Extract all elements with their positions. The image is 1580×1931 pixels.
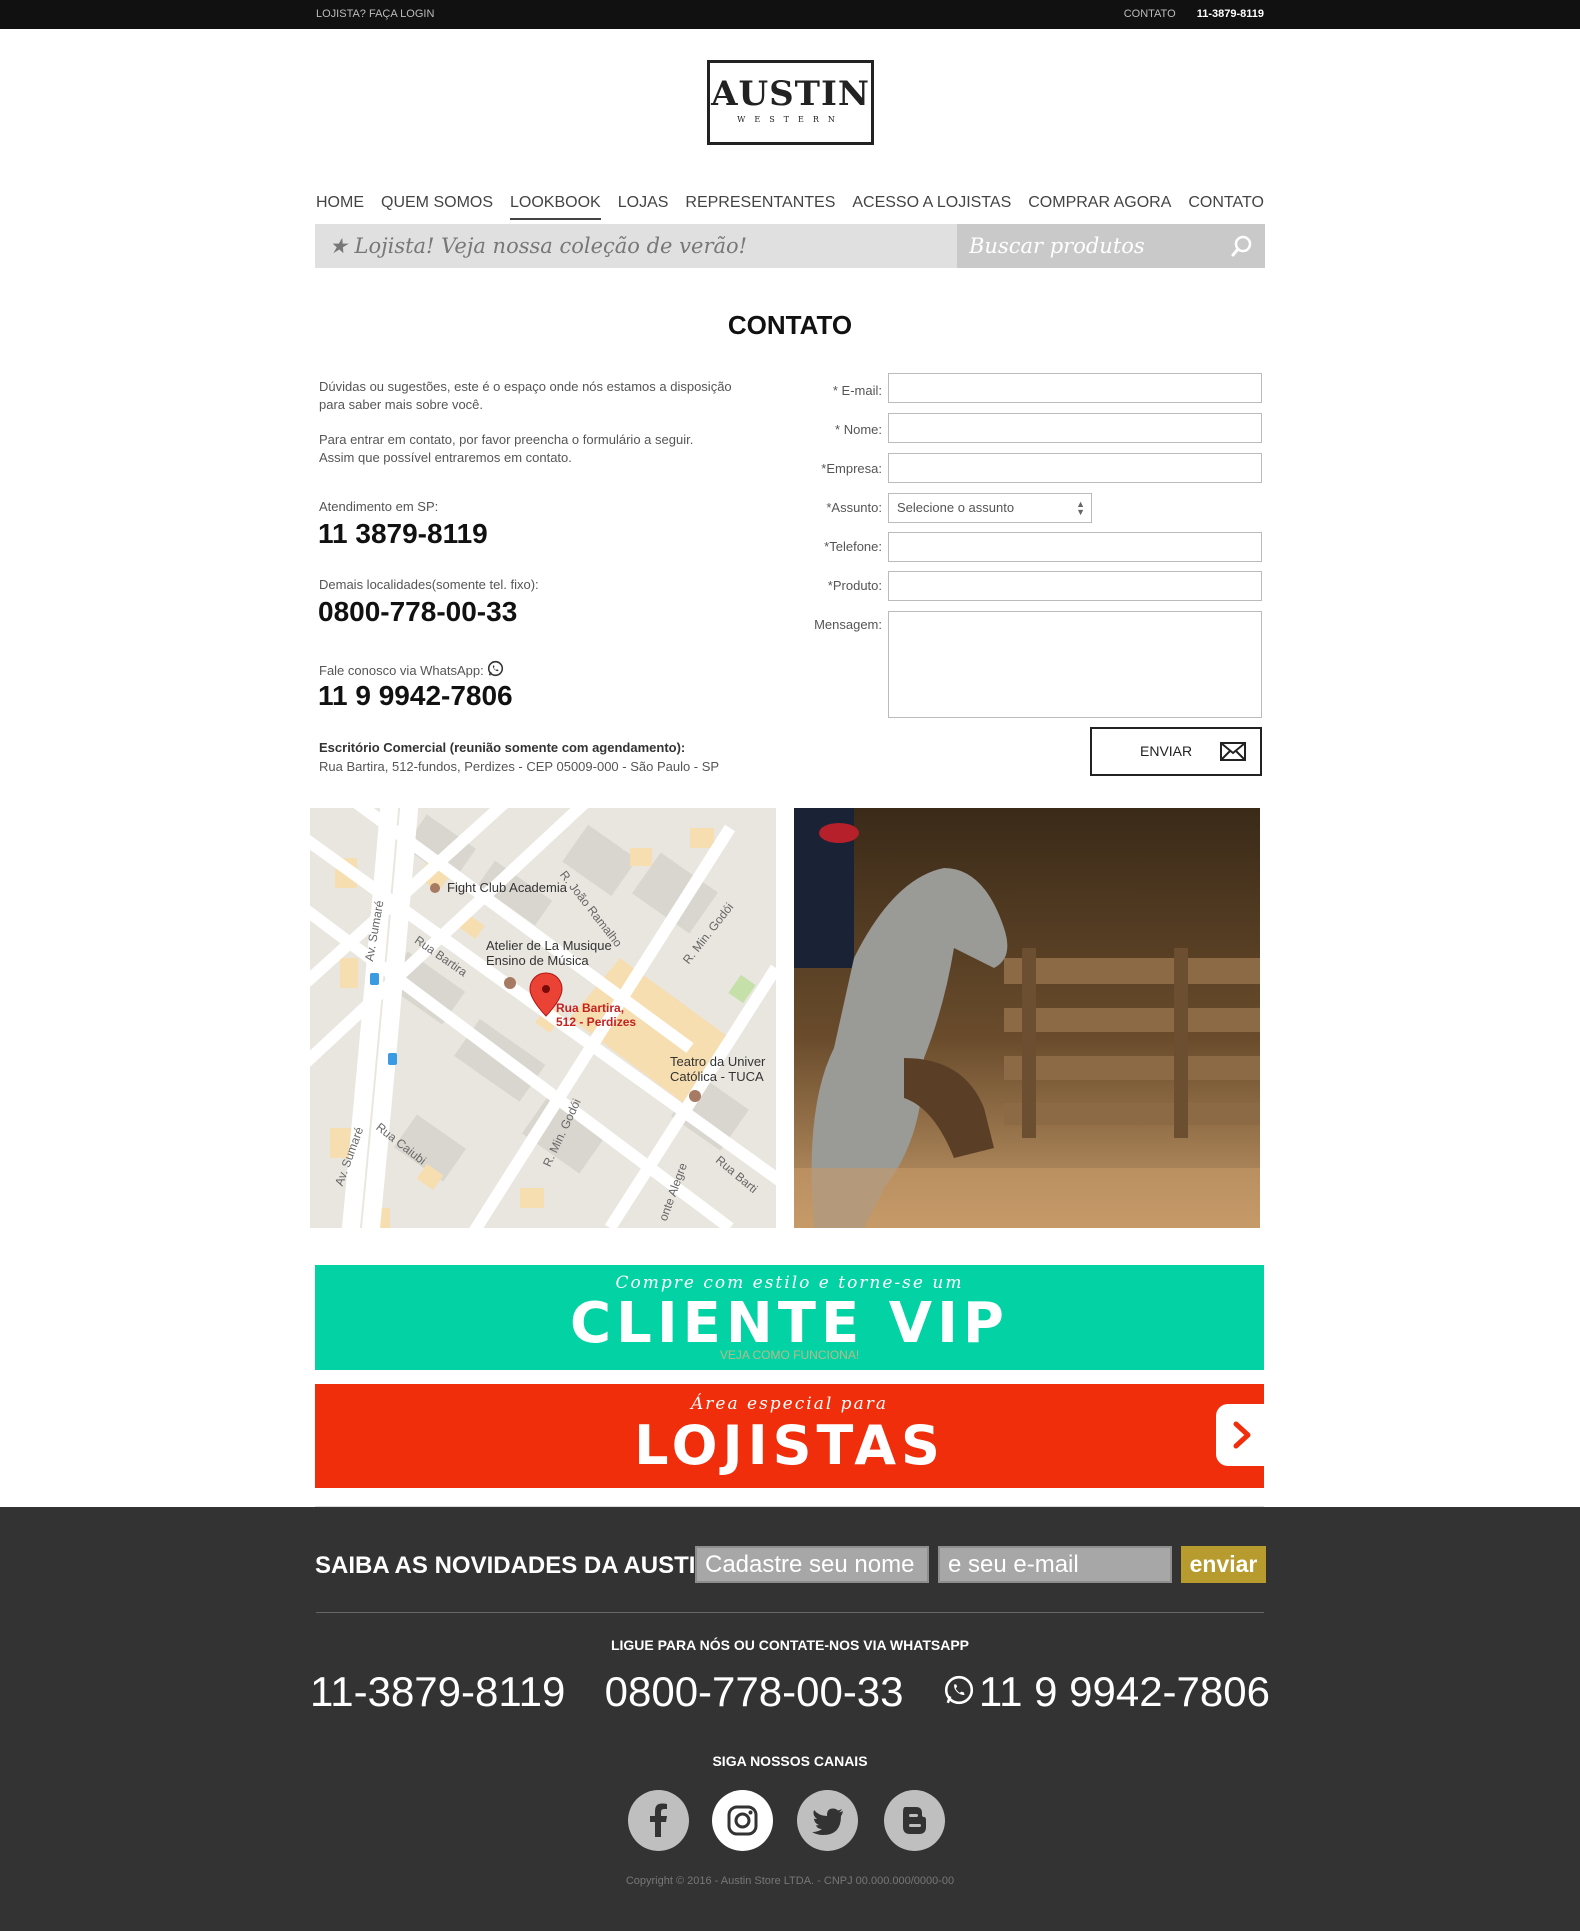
instagram-icon[interactable] [712, 1790, 773, 1851]
nav-representantes[interactable]: REPRESENTANTES [685, 190, 835, 220]
map-label-teatro: Teatro da Univer Católica - TUCA [670, 1054, 765, 1084]
map-label-teatro-1: Teatro da Univer [670, 1054, 766, 1069]
nav-quem-somos[interactable]: QUEM SOMOS [381, 190, 493, 220]
austin-logo[interactable]: AUSTIN WESTERN [707, 60, 874, 145]
newsletter-name-input[interactable]: Cadastre seu nome [695, 1546, 929, 1583]
newsletter-title: SAIBA AS NOVIDADES DA AUSTIN: [315, 1552, 721, 1579]
message-label: Mensagem: [814, 617, 882, 632]
top-bar: LOJISTA? FAÇA LOGIN CONTATO 11-3879-8119 [0, 0, 1580, 29]
promo-text[interactable]: ★ Lojista! Veja nossa coleção de verão! [329, 224, 747, 268]
company-label: *Empresa: [821, 461, 882, 476]
footer-call-heading: LIGUE PARA NÓS OU CONTATE-NOS VIA WHATSA… [610, 1637, 970, 1653]
footer-divider [316, 1612, 1264, 1613]
footer-phone-3: 11 9 9942-7806 [978, 1668, 1270, 1715]
name-label: * Nome: [835, 422, 882, 437]
other-phone: 0800-778-00-33 [318, 596, 518, 627]
twitter-icon[interactable] [797, 1790, 858, 1851]
top-contact-group: CONTATO 11-3879-8119 [1124, 0, 1264, 29]
map-pin-label: Rua Bartira, 512 - Perdizes [556, 1001, 636, 1029]
lojistas-banner[interactable]: Área especial para LOJISTAS [315, 1384, 1264, 1488]
footer-phone-2: 0800-778-00-33 [604, 1668, 904, 1715]
lojistas-title: LOJISTAS [634, 1414, 945, 1477]
nav-acesso-lojistas[interactable]: ACESSO A LOJISTAS [852, 190, 1011, 220]
send-button[interactable]: ENVIAR [1090, 727, 1262, 776]
send-label: ENVIAR [1140, 743, 1193, 759]
intro-paragraph-2: Para entrar em contato, por favor preenc… [319, 432, 694, 465]
horse-photo [794, 808, 1260, 1228]
vip-tagline: Compre com estilo e torne-se um [615, 1273, 964, 1293]
phone-field[interactable] [888, 532, 1262, 562]
map-label-atelier: Atelier de La Musique Ensino de Música [486, 938, 612, 968]
vip-link[interactable]: VEJA COMO FUNCIONA! [315, 1348, 1264, 1362]
lojistas-tagline: Área especial para [691, 1394, 888, 1414]
nav-contato[interactable]: CONTATO [1188, 190, 1264, 220]
office-address: Rua Bartira, 512-fundos, Perdizes - CEP … [319, 759, 720, 774]
map-pin-label-2: 512 - Perdizes [556, 1015, 637, 1029]
promo-bar: ★ Lojista! Veja nossa coleção de verão! [315, 224, 1265, 268]
company-field[interactable] [888, 453, 1262, 483]
envelope-icon [1220, 742, 1246, 764]
nav-lookbook[interactable]: LOOKBOOK [510, 190, 601, 220]
map-label-atelier-1: Atelier de La Musique [486, 938, 612, 953]
nav-lojas[interactable]: LOJAS [618, 190, 669, 220]
whatsapp-phone: 11 9 9942-7806 [318, 680, 513, 711]
sp-label: Atendimento em SP: [319, 499, 439, 514]
nav-comprar-agora[interactable]: COMPRAR AGORA [1028, 190, 1171, 220]
map-label-fight-club: Fight Club Academia [447, 880, 567, 895]
footer-phones: 11-3879-8119 0800-778-00-33 11 9 9942-78… [310, 1668, 1270, 1716]
whatsapp-label-row: Fale conosco via WhatsApp: [319, 660, 504, 680]
search-box [957, 224, 1265, 268]
footer-whatsapp: 11 9 9942-7806 [943, 1668, 1270, 1716]
location-map[interactable]: Fight Club Academia Atelier de La Musiqu… [310, 808, 776, 1228]
email-label: * E-mail: [832, 383, 882, 398]
lojista-login-link[interactable]: LOJISTA? FAÇA LOGIN [316, 0, 434, 29]
footer-whatsapp-icon [943, 1668, 975, 1716]
message-field[interactable] [888, 611, 1262, 718]
subject-select[interactable]: Selecione o assunto ▲ ▼ [888, 493, 1092, 523]
main-nav: HOME QUEM SOMOS LOOKBOOK LOJAS REPRESENT… [316, 190, 1264, 220]
subject-label: *Assunto: [826, 500, 882, 515]
newsletter-email-input[interactable]: e seu e-mail [938, 1546, 1172, 1583]
search-input[interactable] [957, 224, 1217, 268]
intro-paragraph-1: Dúvidas ou sugestões, este é o espaço on… [319, 379, 732, 412]
email-field[interactable] [888, 373, 1262, 403]
page-title: CONTATO [727, 310, 853, 340]
office-info: Escritório Comercial (reunião somente co… [319, 738, 769, 776]
sp-phone: 11 3879-8119 [318, 518, 488, 549]
office-title: Escritório Comercial (reunião somente co… [319, 740, 686, 755]
nav-home[interactable]: HOME [316, 190, 364, 220]
product-field[interactable] [888, 571, 1262, 601]
map-label-teatro-2: Católica - TUCA [670, 1069, 764, 1084]
chevron-right-icon[interactable] [1216, 1404, 1264, 1466]
map-pin-label-1: Rua Bartira, [556, 1001, 625, 1015]
cliente-vip-banner[interactable]: Compre com estilo e torne-se um CLIENTE … [315, 1265, 1264, 1370]
vip-title: CLIENTE VIP [570, 1291, 1009, 1356]
footer-follow-heading: SIGA NOSSOS CANAIS [712, 1753, 868, 1769]
whatsapp-icon [487, 660, 504, 680]
top-phone: 11-3879-8119 [1196, 8, 1264, 20]
logo-name: AUSTIN [711, 74, 870, 114]
copyright: Copyright © 2016 - Austin Store LTDA. - … [625, 1875, 955, 1887]
whatsapp-label: Fale conosco via WhatsApp: [319, 662, 484, 678]
blogger-icon[interactable] [884, 1790, 945, 1851]
logo-tagline: WESTERN [737, 115, 844, 124]
contact-intro: Dúvidas ou sugestões, este é o espaço on… [319, 378, 769, 467]
top-contact-link[interactable]: CONTATO [1124, 8, 1176, 20]
search-icon[interactable] [1231, 235, 1253, 257]
map-label-atelier-2: Ensino de Música [486, 953, 589, 968]
footer-phone-1: 11-3879-8119 [310, 1668, 566, 1715]
facebook-icon[interactable] [628, 1790, 689, 1851]
phone-label: *Telefone: [824, 539, 882, 554]
subject-selected-value: Selecione o assunto [897, 500, 1015, 515]
name-field[interactable] [888, 413, 1262, 443]
page: { "topbar": {"login": "LOJISTA? FAÇA LOG… [0, 0, 1580, 1931]
other-label: Demais localidades(somente tel. fixo): [319, 577, 539, 592]
newsletter-submit-button[interactable]: enviar [1181, 1546, 1266, 1583]
select-arrows-icon: ▲ ▼ [1076, 499, 1085, 517]
product-label: *Produto: [827, 578, 882, 593]
